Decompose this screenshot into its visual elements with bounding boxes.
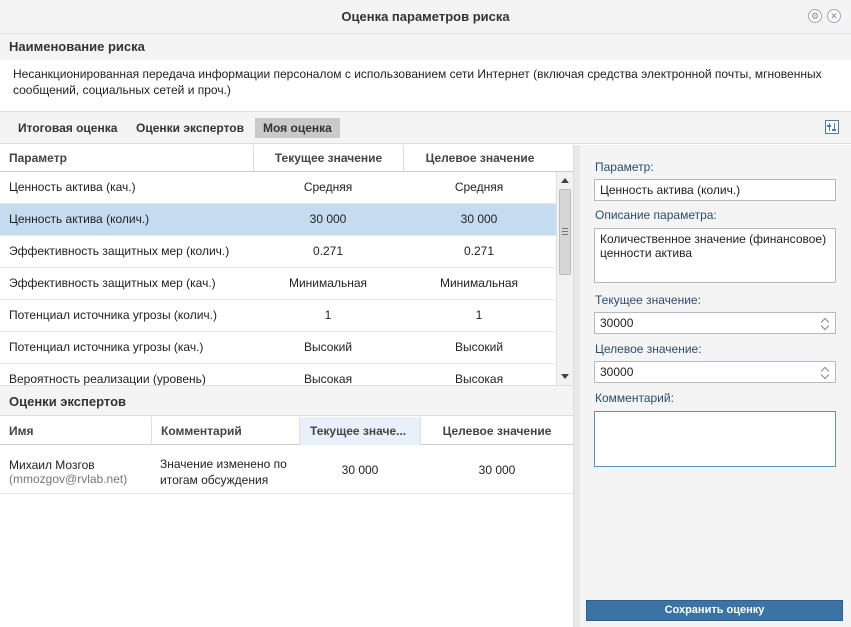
param-target: Высокая [454,372,504,385]
column-header-comment[interactable]: Комментарий [151,417,299,445]
param-name: Эффективность защитных мер (колич.) [9,244,230,258]
scrollbar-thumb[interactable] [559,189,571,275]
param-name: Эффективность защитных мер (кач.) [9,276,216,290]
expert-target-value: 30 000 [478,463,516,477]
current-value-label: Текущее значение: [595,293,701,307]
param-name: Ценность актива (кач.) [9,180,136,194]
risk-name-header: Наименование риска [0,34,851,60]
param-target: 1 [475,308,483,322]
table-row-selected[interactable]: Ценность актива (колич.) 30 000 30 000 [0,204,556,236]
window-titlebar: Оценка параметров риска ⚙ ✕ [0,0,851,34]
expert-name: Михаил Мозгов [9,458,95,472]
spinner-icon[interactable] [820,365,830,380]
param-target: Средняя [454,180,504,194]
experts-heading: Оценки экспертов [9,394,127,409]
experts-section-header: Оценки экспертов [0,385,573,416]
expert-comment: Значение изменено по итогам обсуждения [160,457,287,487]
scroll-up-icon[interactable] [561,178,569,183]
param-current: Средняя [303,180,353,194]
spinner-icon[interactable] [820,316,830,331]
window-title: Оценка параметров риска [341,9,510,24]
column-header-expert-target[interactable]: Целевое значение [420,417,573,445]
param-name: Вероятность реализации (уровень) [9,372,206,385]
parameter-label: Параметр: [595,160,654,174]
tab-expert-assessments[interactable]: Оценки экспертов [128,118,252,138]
params-grid-scrollbar[interactable] [556,172,573,385]
column-header-name[interactable]: Имя [9,417,150,445]
params-grid-body: Ценность актива (кач.) Средняя Средняя Ц… [0,172,573,385]
expert-email: (mmozgov@rvlab.net) [9,472,128,486]
table-row[interactable]: Эффективность защитных мер (кач.) Минима… [0,268,556,300]
param-target: Минимальная [439,276,518,290]
param-current: 30 000 [309,212,347,226]
panel-splitter[interactable] [573,145,580,627]
scroll-down-icon[interactable] [561,374,569,379]
current-value-stepper[interactable]: 30000 [594,312,836,334]
param-target: Высокий [454,340,504,354]
risk-name-text: Несанкционированная передача информации … [0,60,851,112]
table-row[interactable]: Михаил Мозгов (mmozgov@rvlab.net) Значен… [0,446,573,494]
close-icon[interactable]: ✕ [827,9,841,23]
description-field[interactable]: Количественное значение (финансовое) цен… [594,228,836,283]
left-panel: Параметр Текущее значение Целевое значен… [0,145,573,627]
column-header-current[interactable]: Текущее значение [253,145,403,172]
param-current: Высокая [303,372,353,385]
tab-final-assessment[interactable]: Итоговая оценка [10,118,125,138]
param-current: Минимальная [288,276,367,290]
target-value-label: Целевое значение: [595,342,702,356]
column-header-target[interactable]: Целевое значение [403,145,556,172]
tab-my-assessment[interactable]: Моя оценка [255,118,340,138]
param-current: Высокий [303,340,353,354]
param-target: 0.271 [463,244,495,258]
target-value-stepper[interactable]: 30000 [594,361,836,383]
tab-bar: Итоговая оценка Оценки экспертов Моя оце… [0,112,851,144]
risk-name-heading: Наименование риска [9,39,145,54]
param-current: 1 [324,308,332,322]
param-current: 0.271 [312,244,344,258]
expert-name-cell: Михаил Мозгов (mmozgov@rvlab.net) [9,458,127,486]
parameter-detail-panel: Параметр: Ценность актива (колич.) Описа… [580,145,851,627]
param-target: 30 000 [460,212,498,226]
settings-icon[interactable]: ⚙ [808,9,822,23]
params-grid-header: Параметр Текущее значение Целевое значен… [0,145,573,172]
expert-current-value: 30 000 [341,463,379,477]
table-row[interactable]: Ценность актива (кач.) Средняя Средняя [0,172,556,204]
table-row[interactable]: Эффективность защитных мер (колич.) 0.27… [0,236,556,268]
description-label: Описание параметра: [595,208,717,222]
table-row[interactable]: Потенциал источника угрозы (колич.) 1 1 [0,300,556,332]
param-name: Потенциал источника угрозы (колич.) [9,308,217,322]
target-value-text: 30000 [600,365,634,379]
parameter-field[interactable]: Ценность актива (колич.) [594,179,836,201]
column-header-expert-current[interactable]: Текущее значе... [299,417,420,445]
column-settings-icon[interactable] [825,120,839,134]
experts-grid-header: Имя Комментарий Текущее значе... Целевое… [0,417,573,445]
comment-label: Комментарий: [595,391,674,405]
param-name: Потенциал источника угрозы (кач.) [9,340,204,354]
table-row[interactable]: Вероятность реализации (уровень) Высокая… [0,364,556,385]
current-value-text: 30000 [600,316,634,330]
table-row[interactable]: Потенциал источника угрозы (кач.) Высоки… [0,332,556,364]
column-header-parameter[interactable]: Параметр [9,145,249,172]
param-name: Ценность актива (колич.) [9,212,150,226]
comment-field[interactable] [594,411,836,467]
save-assessment-button[interactable]: Сохранить оценку [586,600,843,621]
